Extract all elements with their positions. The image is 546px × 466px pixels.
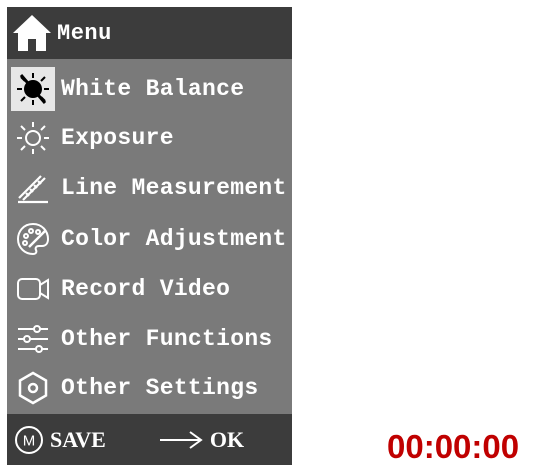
menu-item-label: Color Adjustment xyxy=(61,226,287,252)
settings-hexagon-icon xyxy=(11,366,55,410)
home-icon[interactable] xyxy=(11,12,53,54)
ruler-icon xyxy=(11,166,55,210)
menu-header: Menu xyxy=(7,7,292,59)
menu-item-color-adjustment[interactable]: Color Adjustment xyxy=(7,216,292,262)
sliders-icon xyxy=(11,317,55,361)
menu-item-other-functions[interactable]: Other Functions xyxy=(7,316,292,362)
save-label[interactable]: SAVE xyxy=(50,427,106,453)
menu-panel: Menu White Balance Exposure Line Measure… xyxy=(7,7,292,465)
menu-item-label: Other Functions xyxy=(61,326,273,352)
menu-item-white-balance[interactable]: White Balance xyxy=(7,66,292,112)
menu-item-exposure[interactable]: Exposure xyxy=(7,115,292,161)
palette-icon xyxy=(11,217,55,261)
menu-item-record-video[interactable]: Record Video xyxy=(7,266,292,312)
white-balance-icon xyxy=(11,67,55,111)
menu-title: Menu xyxy=(57,20,112,46)
mode-button-icon[interactable]: M xyxy=(14,425,44,455)
recording-timer: 00:00:00 xyxy=(387,428,520,465)
menu-item-label: Other Settings xyxy=(61,375,259,401)
menu-footer: M SAVE OK xyxy=(7,414,292,465)
svg-text:M: M xyxy=(23,432,36,449)
video-camera-icon xyxy=(11,267,55,311)
menu-item-label: Exposure xyxy=(61,125,174,151)
menu-item-label: Line Measurement xyxy=(61,175,287,201)
ok-label[interactable]: OK xyxy=(210,427,244,453)
arrow-right-icon xyxy=(158,428,204,452)
sun-icon xyxy=(11,116,55,160)
menu-item-other-settings[interactable]: Other Settings xyxy=(7,365,292,411)
menu-item-label: White Balance xyxy=(61,76,245,102)
menu-item-label: Record Video xyxy=(61,276,231,302)
menu-item-line-measurement[interactable]: Line Measurement xyxy=(7,165,292,211)
